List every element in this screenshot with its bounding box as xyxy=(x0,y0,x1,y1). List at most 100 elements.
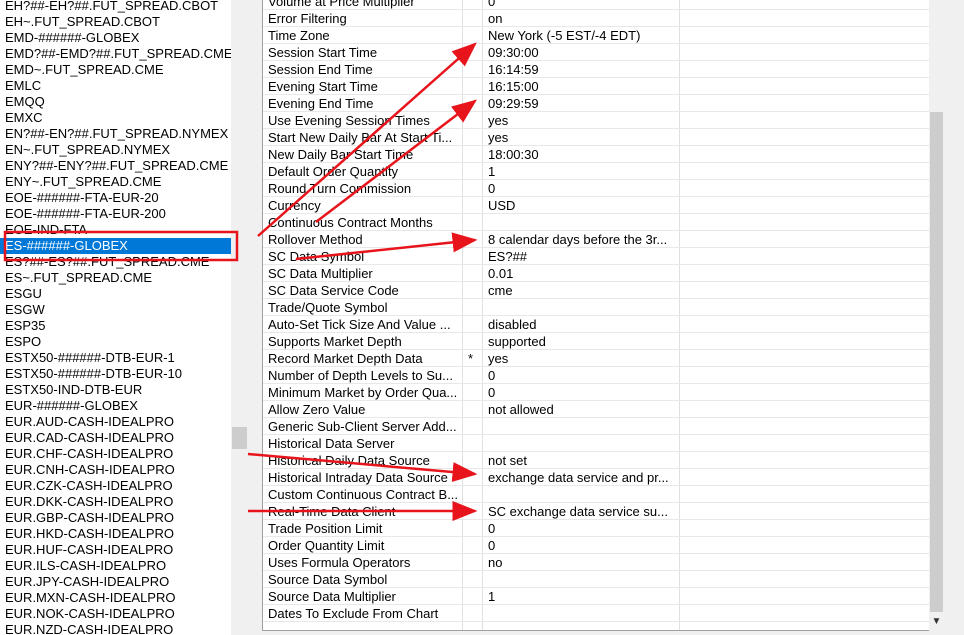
symbol-list-item[interactable]: EMXC xyxy=(0,110,231,126)
property-row[interactable]: Historical Data Server xyxy=(263,435,930,452)
settings-grid-scroll-thumb[interactable] xyxy=(930,112,943,612)
symbol-list-item[interactable]: EMQQ xyxy=(0,94,231,110)
symbol-list-item[interactable]: ES~.FUT_SPREAD.CME xyxy=(0,270,231,286)
property-value[interactable]: ES?## xyxy=(488,248,678,265)
property-row[interactable]: Default Order Quantity 1 xyxy=(263,163,930,180)
property-row[interactable]: Session End Time 16:14:59 xyxy=(263,61,930,78)
symbol-list-item-selected[interactable]: ES-######-GLOBEX xyxy=(0,238,231,254)
property-row[interactable]: Supports Market Depth supported xyxy=(263,333,930,350)
property-row[interactable]: Error Filtering on xyxy=(263,10,930,27)
property-row[interactable]: Session Start Time 09:30:00 xyxy=(263,44,930,61)
property-row[interactable]: SC Data Multiplier 0.01 xyxy=(263,265,930,282)
property-value[interactable]: 16:14:59 xyxy=(488,61,678,78)
property-row[interactable]: Source Data Symbol xyxy=(263,571,930,588)
symbol-list-item[interactable]: EUR.AUD-CASH-IDEALPRO xyxy=(0,414,231,430)
symbol-list-item[interactable]: ENY?##-ENY?##.FUT_SPREAD.CME xyxy=(0,158,231,174)
property-value[interactable]: yes xyxy=(488,112,678,129)
symbol-list-item[interactable]: ESPO xyxy=(0,334,231,350)
symbol-list-item[interactable]: EMD-######-GLOBEX xyxy=(0,30,231,46)
property-row[interactable]: Trade Position Limit 0 xyxy=(263,520,930,537)
property-value[interactable]: exchange data service and pr... xyxy=(488,469,678,486)
property-value[interactable]: 09:29:59 xyxy=(488,95,678,112)
settings-grid-scrollbar[interactable] xyxy=(929,0,944,635)
property-value[interactable]: USD xyxy=(488,197,678,214)
symbol-list-item[interactable]: EUR.HKD-CASH-IDEALPRO xyxy=(0,526,231,542)
symbol-list-item[interactable]: EN?##-EN?##.FUT_SPREAD.NYMEX xyxy=(0,126,231,142)
symbol-list-item[interactable]: EUR.CNH-CASH-IDEALPRO xyxy=(0,462,231,478)
property-row[interactable]: Currency USD xyxy=(263,197,930,214)
symbol-list-item[interactable]: ESGW xyxy=(0,302,231,318)
property-value[interactable]: 18:00:30 xyxy=(488,146,678,163)
property-row[interactable]: SC Data Symbol ES?## xyxy=(263,248,930,265)
symbol-list-item[interactable]: ESGU xyxy=(0,286,231,302)
symbol-list-item[interactable]: EUR.CAD-CASH-IDEALPRO xyxy=(0,430,231,446)
property-value[interactable]: 1 xyxy=(488,163,678,180)
property-row[interactable]: Dates To Exclude From Chart xyxy=(263,605,930,622)
property-row[interactable]: Source Data Multiplier 1 xyxy=(263,588,930,605)
symbol-list-item[interactable]: EUR.NZD-CASH-IDEALPRO xyxy=(0,622,231,635)
property-value[interactable]: yes xyxy=(488,350,678,367)
symbol-list-item[interactable]: EUR.DKK-CASH-IDEALPRO xyxy=(0,494,231,510)
property-row[interactable]: Round Turn Commission 0 xyxy=(263,180,930,197)
property-row[interactable]: Generic Sub-Client Server Add... xyxy=(263,418,930,435)
property-value[interactable]: 0 xyxy=(488,0,678,10)
property-row[interactable]: Start New Daily Bar At Start Ti... yes xyxy=(263,129,930,146)
property-row[interactable]: Auto-Set Tick Size And Value ... disabled xyxy=(263,316,930,333)
symbol-list-item[interactable]: EMLC xyxy=(0,78,231,94)
symbol-list-item[interactable]: EUR.NOK-CASH-IDEALPRO xyxy=(0,606,231,622)
symbol-list-item[interactable]: EN~.FUT_SPREAD.NYMEX xyxy=(0,142,231,158)
property-value[interactable]: SC exchange data service su... xyxy=(488,503,678,520)
property-row[interactable]: Record Market Depth Data * yes xyxy=(263,350,930,367)
property-value[interactable]: not allowed xyxy=(488,401,678,418)
property-row[interactable]: Evening Start Time 16:15:00 xyxy=(263,78,930,95)
property-value[interactable]: supported xyxy=(488,333,678,350)
symbol-list-item[interactable]: EUR.CZK-CASH-IDEALPRO xyxy=(0,478,231,494)
symbol-list-item[interactable]: EMD?##-EMD?##.FUT_SPREAD.CME xyxy=(0,46,231,62)
symbol-list-item[interactable]: EUR.MXN-CASH-IDEALPRO xyxy=(0,590,231,606)
symbol-list-item[interactable]: EUR.GBP-CASH-IDEALPRO xyxy=(0,510,231,526)
property-row[interactable]: Real-Time Data Client SC exchange data se… xyxy=(263,503,930,520)
symbol-list-item[interactable]: EMD~.FUT_SPREAD.CME xyxy=(0,62,231,78)
chevron-down-icon[interactable]: ▼ xyxy=(929,615,944,629)
symbol-list-item[interactable]: EH~.FUT_SPREAD.CBOT xyxy=(0,14,231,30)
property-row[interactable]: Use Evening Session Times yes xyxy=(263,112,930,129)
symbol-list-item[interactable]: EOE-######-FTA-EUR-200 xyxy=(0,206,231,222)
property-value[interactable]: 0.01 xyxy=(488,265,678,282)
property-row[interactable]: Minimum Market by Order Qua... 0 xyxy=(263,384,930,401)
property-row[interactable]: Evening End Time 09:29:59 xyxy=(263,95,930,112)
property-row[interactable]: Number of Depth Levels to Su... 0 xyxy=(263,367,930,384)
property-row[interactable]: Trade/Quote Symbol xyxy=(263,299,930,316)
property-row[interactable]: Volume at Price Multiplier 0 xyxy=(263,0,930,10)
symbol-list-item[interactable]: EOE-IND-FTA xyxy=(0,222,231,238)
property-row[interactable]: New Daily Bar Start Time 18:00:30 xyxy=(263,146,930,163)
property-value[interactable]: 0 xyxy=(488,367,678,384)
property-row[interactable]: SC Data Service Code cme xyxy=(263,282,930,299)
property-value[interactable]: 16:15:00 xyxy=(488,78,678,95)
symbol-list-item[interactable]: EUR.JPY-CASH-IDEALPRO xyxy=(0,574,231,590)
property-value[interactable]: 0 xyxy=(488,537,678,554)
property-row[interactable]: Uses Formula Operators no xyxy=(263,554,930,571)
property-row[interactable]: Custom Continuous Contract B... xyxy=(263,486,930,503)
property-row[interactable]: Time Zone New York (-5 EST/-4 EDT) xyxy=(263,27,930,44)
symbol-list-scrollbar[interactable] xyxy=(231,0,248,635)
property-row[interactable]: Order Quantity Limit 0 xyxy=(263,537,930,554)
property-row[interactable]: Historical Intraday Data Source exchange … xyxy=(263,469,930,486)
symbol-list-item[interactable]: EOE-######-FTA-EUR-20 xyxy=(0,190,231,206)
symbol-list-item[interactable]: ESP35 xyxy=(0,318,231,334)
symbol-list-item[interactable]: EH?##-EH?##.FUT_SPREAD.CBOT xyxy=(0,0,231,14)
property-row[interactable]: Allow Zero Value not allowed xyxy=(263,401,930,418)
symbol-list-item[interactable]: EUR-######-GLOBEX xyxy=(0,398,231,414)
property-value[interactable]: 0 xyxy=(488,520,678,537)
symbol-list-item[interactable]: ESTX50-######-DTB-EUR-10 xyxy=(0,366,231,382)
symbol-list-item[interactable]: EUR.CHF-CASH-IDEALPRO xyxy=(0,446,231,462)
property-value[interactable]: 1 xyxy=(488,588,678,605)
property-value[interactable]: disabled xyxy=(488,316,678,333)
property-row[interactable]: Continuous Contract Months xyxy=(263,214,930,231)
symbol-list[interactable]: EH?##-EH?##.FUT_SPREAD.CBOT EH~.FUT_SPREA… xyxy=(0,0,231,635)
property-value[interactable]: 0 xyxy=(488,180,678,197)
property-value[interactable]: no xyxy=(488,554,678,571)
property-value[interactable]: New York (-5 EST/-4 EDT) xyxy=(488,27,678,44)
symbol-list-item[interactable]: ESTX50-######-DTB-EUR-1 xyxy=(0,350,231,366)
property-value[interactable]: on xyxy=(488,10,678,27)
pane-splitter[interactable] xyxy=(248,0,262,635)
